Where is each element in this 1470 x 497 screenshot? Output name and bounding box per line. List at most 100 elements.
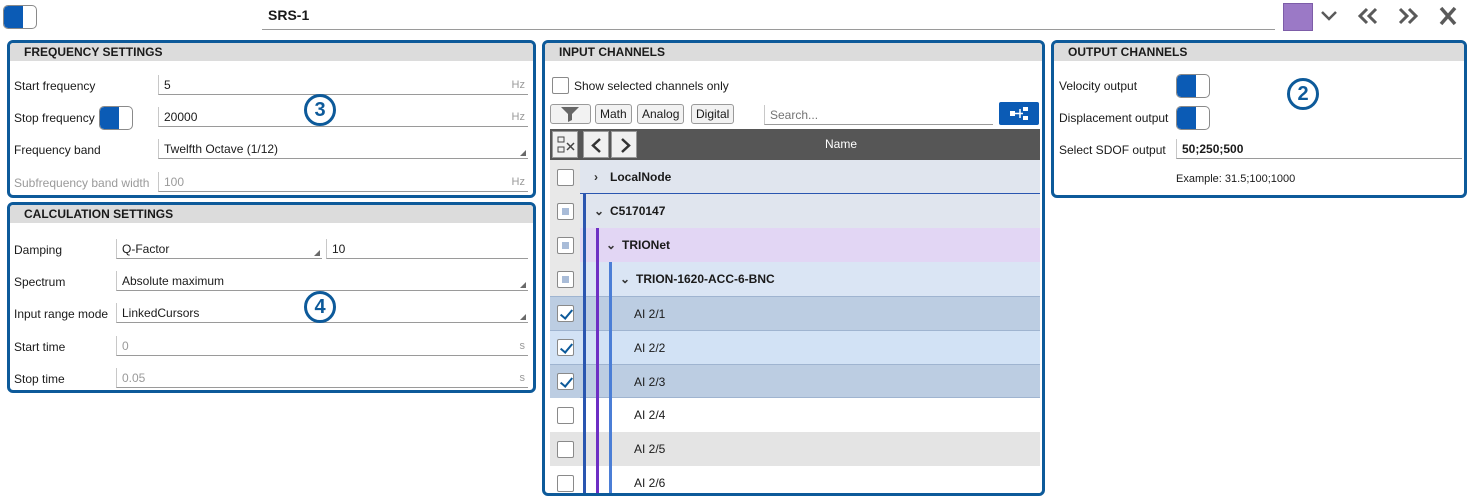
chevron-down-icon[interactable]: ⌄ [620,262,630,296]
spectrum-value: Absolute maximum [122,274,225,288]
tree-row-c5170147[interactable]: ⌄ C5170147 [550,194,1040,228]
spectrum-select[interactable]: Absolute maximum [116,271,528,291]
main-toggle[interactable] [3,5,37,29]
dropdown-corner-icon [520,282,526,288]
stop-time-value: 0.05 [122,371,146,385]
tree-row-label: TRIONet [622,238,670,252]
frequency-band-value: Twelfth Octave (1/12) [164,142,279,156]
tree-view-button[interactable] [999,102,1039,125]
expand-button[interactable] [611,131,637,158]
stop-time-label: Stop time [14,372,65,386]
dropdown-corner-icon [520,150,526,156]
tree-row-trion-1620[interactable]: ⌄ TRION-1620-ACC-6-BNC [550,262,1040,296]
sdof-output-label: Select SDOF output [1059,143,1166,157]
show-selected-label: Show selected channels only [574,79,729,93]
chevron-down-icon[interactable]: ⌄ [594,194,604,228]
start-frequency-input[interactable]: 5 Hz [158,75,528,95]
velocity-output-label: Velocity output [1059,79,1138,93]
filter-button[interactable] [550,104,591,124]
displacement-output-toggle[interactable] [1176,106,1210,130]
filter-digital-button[interactable]: Digital [691,104,735,124]
damping-value-input[interactable]: 10 [326,239,528,259]
title-underline [262,29,1275,30]
tree-row-label: TRION-1620-ACC-6-BNC [636,272,775,286]
output-channels-title: OUTPUT CHANNELS [1054,43,1464,61]
tree-row-label: AI 2/3 [634,375,666,389]
start-time-unit: s [519,340,526,352]
double-chevron-left-icon[interactable] [1356,5,1380,31]
tree-row-label: AI 2/5 [634,442,666,456]
sdof-output-value: 50;250;500 [1182,142,1244,156]
color-swatch[interactable] [1283,3,1313,31]
calculation-settings-panel: CALCULATION SETTINGS Damping Q-Factor 10… [7,202,536,393]
input-range-mode-label: Input range mode [14,307,109,321]
row-checkbox[interactable] [557,271,574,288]
tree-row-ai-2-4[interactable]: AI 2/4 [550,398,1040,432]
channel-tree: › LocalNode ⌄ C5170147 ⌄ TRIONet ⌄ TRION… [550,160,1040,493]
tree-row-label: AI 2/6 [634,476,666,490]
start-time-input[interactable]: 0 s [116,336,528,356]
close-icon[interactable] [1438,5,1458,31]
tree-row-ai-2-6[interactable]: AI 2/6 [550,466,1040,493]
damping-type-select[interactable]: Q-Factor [116,239,322,259]
tree-row-ai-2-3[interactable]: AI 2/3 [550,364,1040,398]
tree-line-device [609,262,612,493]
output-channels-panel: OUTPUT CHANNELS Velocity output Displace… [1051,40,1467,198]
start-frequency-unit: Hz [511,79,525,91]
channel-search-input[interactable] [764,105,993,125]
callout-3-badge: 3 [304,94,336,126]
start-time-label: Start time [14,340,66,354]
sdof-output-input[interactable]: 50;250;500 [1176,139,1462,159]
subfrequency-band-input[interactable]: 100 Hz [158,172,528,192]
row-checkbox[interactable] [557,169,574,186]
chevron-right-icon[interactable]: › [594,160,598,194]
row-checkbox[interactable] [557,305,574,322]
row-checkbox[interactable] [557,441,574,458]
frequency-settings-panel: FREQUENCY SETTINGS Start frequency 5 Hz … [7,40,536,198]
subfrequency-band-label: Subfrequency band width [14,176,150,190]
velocity-output-toggle[interactable] [1176,74,1210,98]
column-header-name[interactable]: Name [642,129,1040,160]
stop-time-unit: s [519,372,526,384]
frequency-band-label: Frequency band [14,143,101,157]
tree-row-label: C5170147 [610,204,666,218]
stop-frequency-value: 20000 [164,110,198,124]
subfrequency-band-value: 100 [164,175,185,189]
dropdown-corner-icon [314,250,320,256]
tree-row-ai-2-2[interactable]: AI 2/2 [550,330,1040,365]
chevron-down-icon[interactable]: ⌄ [606,228,616,262]
show-selected-checkbox[interactable] [552,77,569,94]
row-checkbox[interactable] [557,407,574,424]
filter-analog-button[interactable]: Analog [637,104,685,124]
tree-row-localnode[interactable]: › LocalNode [550,160,1040,194]
row-checkbox[interactable] [557,373,574,390]
double-chevron-right-icon[interactable] [1396,5,1420,31]
tree-row-label: LocalNode [610,170,672,184]
row-checkbox[interactable] [557,339,574,356]
start-time-value: 0 [122,339,129,353]
damping-value: 10 [332,242,346,256]
collapse-button[interactable] [583,131,609,158]
tree-row-ai-2-1[interactable]: AI 2/1 [550,296,1040,331]
row-checkbox[interactable] [557,203,574,220]
damping-type-value: Q-Factor [122,242,170,256]
channel-tree-header: Name [550,129,1040,160]
stop-frequency-toggle[interactable] [99,106,133,130]
row-checkbox[interactable] [557,475,574,492]
frequency-band-select[interactable]: Twelfth Octave (1/12) [158,139,528,159]
tree-line-node [583,194,586,493]
tree-row-ai-2-5[interactable]: AI 2/5 [550,432,1040,466]
tree-row-trionet[interactable]: ⌄ TRIONet [550,228,1040,262]
callout-2-badge: 2 [1287,78,1319,110]
chevron-down-icon[interactable] [1320,5,1338,31]
filter-math-button[interactable]: Math [595,104,632,124]
start-frequency-value: 5 [164,78,171,92]
row-checkbox[interactable] [557,237,574,254]
stop-time-input[interactable]: 0.05 s [116,368,528,388]
stop-frequency-input[interactable]: 20000 Hz [158,107,528,127]
clear-selection-button[interactable] [552,131,578,158]
filter-icon [555,107,585,126]
tree-row-label: AI 2/2 [634,341,666,355]
window-title: SRS-1 [268,7,310,23]
input-channels-panel: INPUT CHANNELS Show selected channels on… [542,40,1045,496]
